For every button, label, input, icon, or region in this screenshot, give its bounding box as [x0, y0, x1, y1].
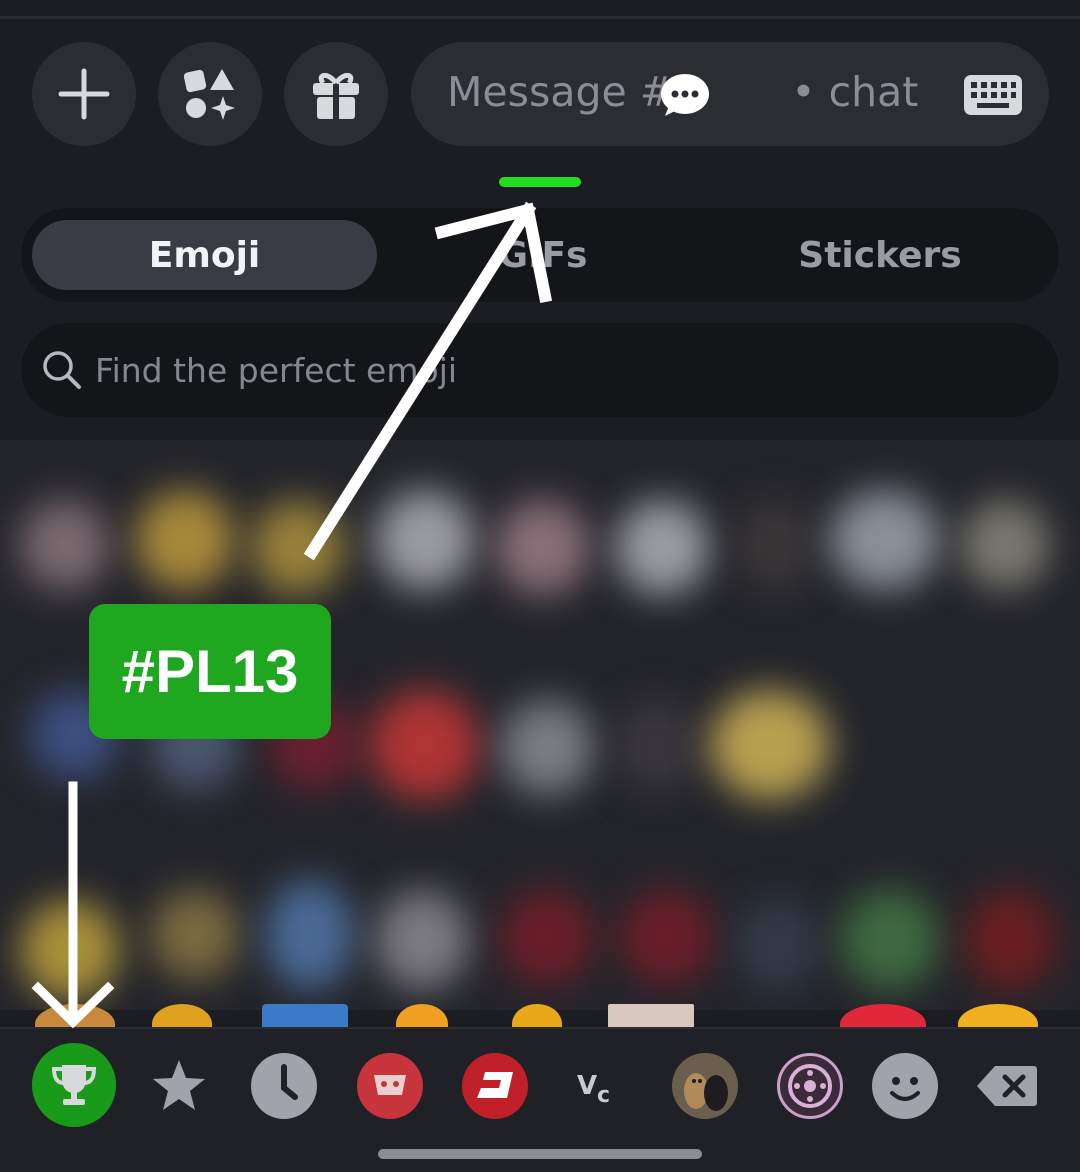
- category-server-5[interactable]: [777, 1053, 843, 1119]
- backspace-button[interactable]: [972, 1053, 1042, 1119]
- tab-emoji[interactable]: Emoji: [32, 220, 377, 290]
- category-recent[interactable]: [251, 1053, 317, 1119]
- apps-icon: [183, 69, 235, 120]
- category-people[interactable]: [872, 1053, 938, 1119]
- svg-text:V: V: [577, 1071, 597, 1101]
- category-trophy[interactable]: [32, 1043, 116, 1127]
- category-server-2[interactable]: [462, 1053, 528, 1119]
- emoji-search[interactable]: Find the perfect emoji: [21, 323, 1059, 417]
- category-favorites[interactable]: [146, 1053, 212, 1119]
- tab-stickers[interactable]: Stickers: [713, 220, 1047, 290]
- category-server-1[interactable]: [357, 1053, 423, 1119]
- server-icon: [788, 1064, 832, 1108]
- chat-bubble-icon: [661, 74, 709, 116]
- apps-button[interactable]: [158, 42, 262, 146]
- tab-gifs[interactable]: GIFs: [373, 220, 713, 290]
- emoji-category-bar: V c: [0, 1027, 1080, 1172]
- search-placeholder: Find the perfect emoji: [95, 351, 458, 390]
- svg-text:c: c: [597, 1083, 610, 1106]
- smiley-icon: [890, 1077, 920, 1101]
- trophy-icon: [51, 1065, 97, 1105]
- plus-icon: [58, 68, 110, 120]
- annotation-tag: #PL13: [89, 604, 331, 739]
- star-icon: [153, 1060, 205, 1110]
- home-indicator: [378, 1149, 702, 1159]
- drag-handle[interactable]: [499, 177, 581, 187]
- gift-icon: [313, 73, 359, 119]
- backspace-icon: [977, 1066, 1037, 1106]
- message-input[interactable]: Message # • chat: [411, 42, 1049, 146]
- server-icon: V c: [577, 1071, 610, 1106]
- picker-tabs: Emoji GIFs Stickers: [21, 208, 1059, 302]
- emoji-row-peek: [0, 1000, 1080, 1030]
- server-icon: [374, 1075, 406, 1095]
- gift-button[interactable]: [284, 42, 388, 146]
- top-divider: [0, 16, 1080, 19]
- server-icon: [477, 1072, 513, 1098]
- category-server-4[interactable]: [672, 1053, 738, 1119]
- clock-icon: [281, 1064, 298, 1100]
- category-server-3[interactable]: V c: [567, 1053, 633, 1119]
- attach-button[interactable]: [32, 42, 136, 146]
- server-icon: [672, 1053, 738, 1119]
- keyboard-icon[interactable]: [963, 74, 1023, 116]
- search-icon: [43, 351, 81, 389]
